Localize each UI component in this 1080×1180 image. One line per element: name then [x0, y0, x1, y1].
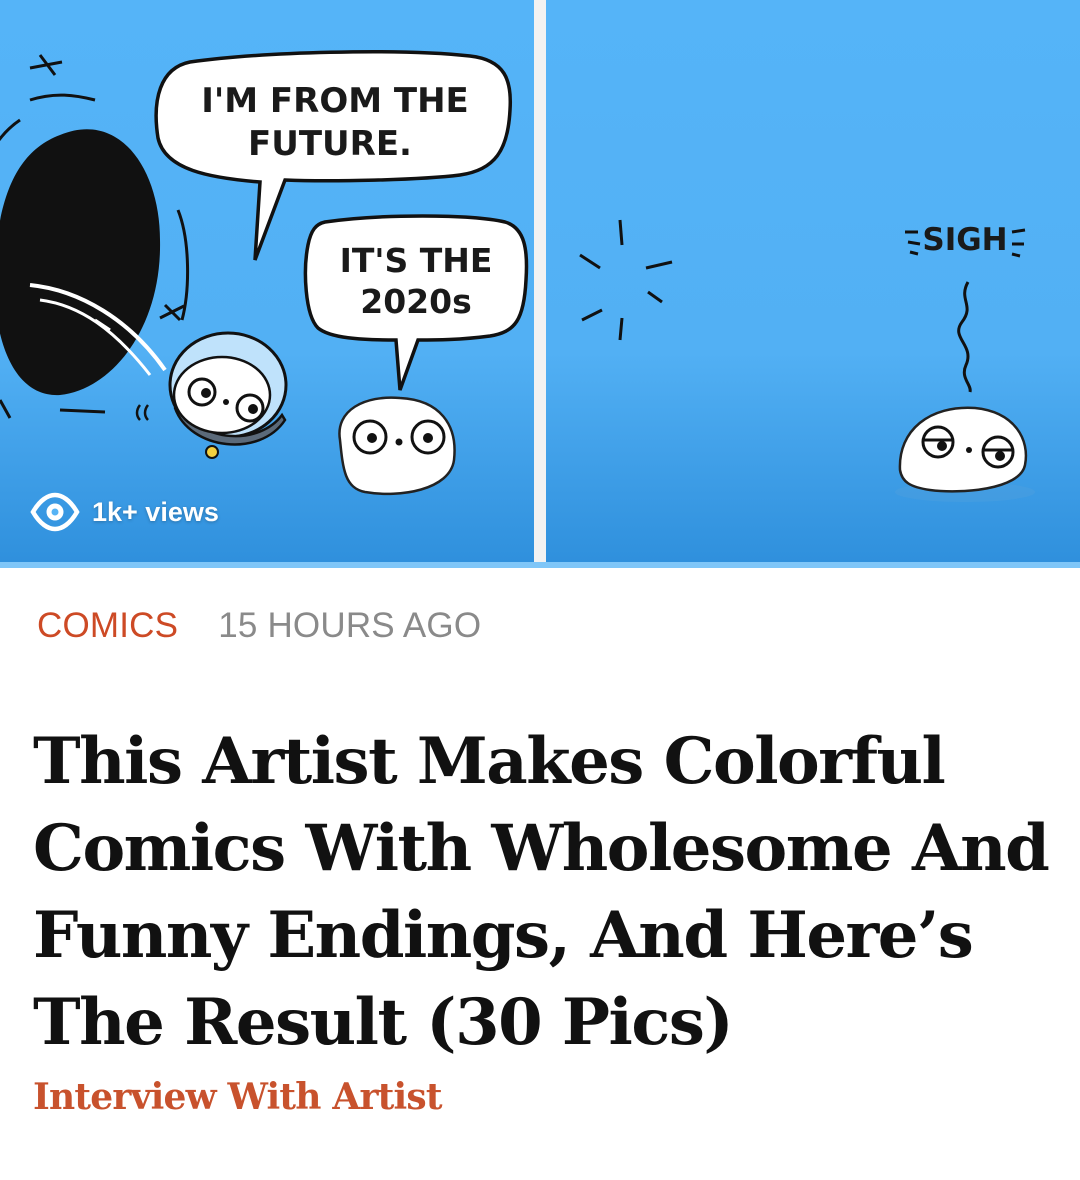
- views-badge: 1k+ views: [30, 490, 219, 534]
- svg-text:IT'S THE: IT'S THE: [340, 241, 493, 280]
- article-subtitle-link[interactable]: Interview With Artist: [33, 1076, 442, 1118]
- character-blob: [338, 396, 456, 496]
- category-link[interactable]: COMICS: [37, 606, 178, 646]
- article-card[interactable]: I'M FROM THE FUTURE. IT'S THE 2020s SIGH…: [0, 0, 1080, 1180]
- article-title[interactable]: This Artist Makes Colorful Comics With W…: [33, 718, 1053, 1066]
- views-count: 1k+ views: [92, 496, 219, 527]
- svg-text:I'M FROM THE: I'M FROM THE: [201, 81, 469, 121]
- panel-divider: [534, 0, 546, 568]
- timestamp: 15 HOURS AGO: [218, 606, 482, 645]
- hero-comic-image[interactable]: I'M FROM THE FUTURE. IT'S THE 2020s SIGH…: [0, 0, 1080, 568]
- eye-icon: [30, 492, 80, 532]
- svg-text:2020s: 2020s: [360, 282, 472, 321]
- article-meta: COMICS 15 HOURS AGO: [37, 606, 481, 646]
- svg-text:FUTURE.: FUTURE.: [248, 124, 412, 164]
- svg-text:SIGH: SIGH: [922, 222, 1007, 258]
- comic-illustration: I'M FROM THE FUTURE. IT'S THE 2020s SIGH: [0, 0, 1080, 568]
